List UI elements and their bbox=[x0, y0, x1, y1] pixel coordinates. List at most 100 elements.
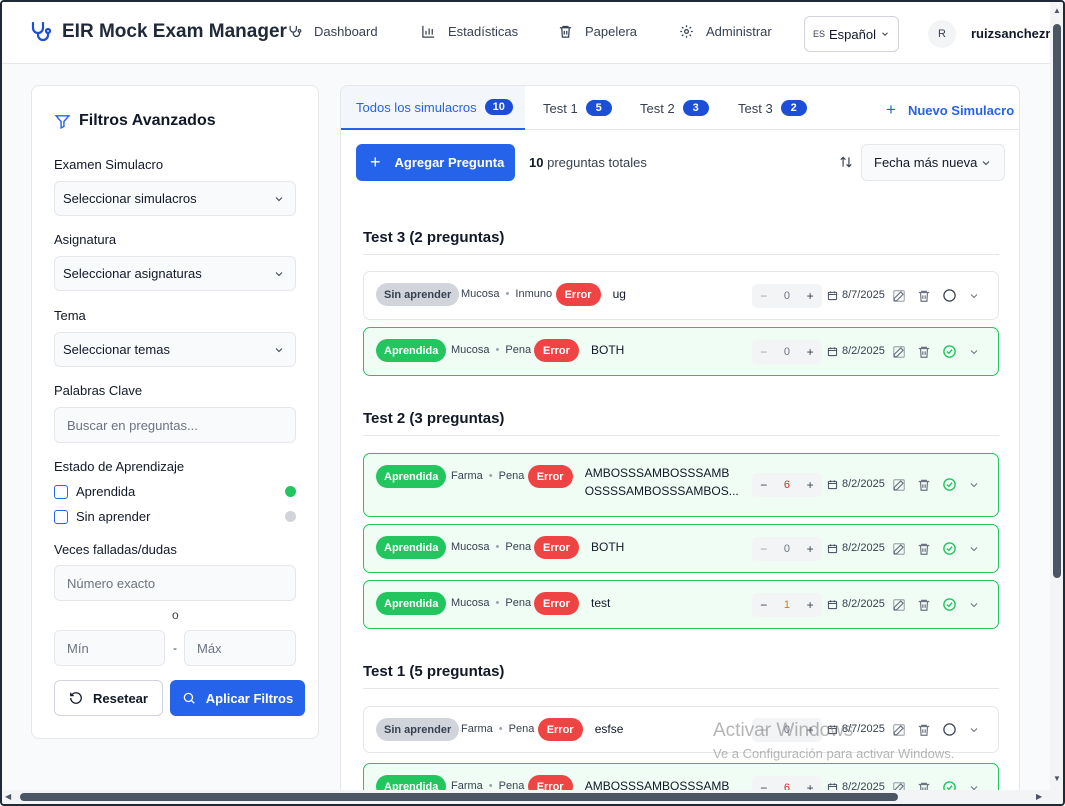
error-tag: Error bbox=[555, 283, 601, 306]
question-text[interactable]: test bbox=[591, 594, 749, 612]
edit-icon[interactable] bbox=[892, 478, 906, 492]
subject-select[interactable]: Seleccionar asignaturas bbox=[54, 256, 296, 291]
exam-select[interactable]: Seleccionar simulacros bbox=[54, 181, 296, 216]
tab-test-1[interactable]: Test 1 5 bbox=[543, 86, 612, 130]
check-circle-icon[interactable] bbox=[942, 597, 957, 612]
horizontal-scrollbar[interactable]: ◀ ▶ bbox=[2, 790, 1050, 804]
increment-button[interactable]: + bbox=[807, 345, 814, 359]
trash-icon[interactable] bbox=[917, 289, 931, 303]
question-card[interactable]: Aprendida Farma • Pena Error AMBOSSSAMBOSSSAM… bbox=[363, 453, 999, 517]
language-select[interactable]: ES Español bbox=[804, 16, 899, 52]
learned-dot bbox=[285, 486, 296, 497]
nav-dashboard-label: Dashboard bbox=[314, 24, 378, 39]
question-card[interactable]: Aprendida Mucosa • Pena Error test − 1 +8/2/2025 bbox=[363, 580, 999, 629]
learning-status-badge[interactable]: Aprendida bbox=[376, 465, 447, 488]
decrement-button[interactable]: − bbox=[760, 289, 767, 303]
learning-status-badge[interactable]: Aprendida bbox=[376, 339, 447, 362]
question-card[interactable]: Aprendida Mucosa • Pena Error BOTH − 0 +8/2/2025 bbox=[363, 327, 999, 376]
question-actions bbox=[892, 541, 980, 556]
learning-status-badge[interactable]: Aprendida bbox=[376, 536, 447, 559]
question-text[interactable]: BOTH bbox=[591, 538, 749, 556]
decrement-button[interactable]: − bbox=[760, 345, 767, 359]
topic-select[interactable]: Seleccionar temas bbox=[54, 332, 296, 367]
question-card[interactable]: Aprendida Mucosa • Pena Error BOTH − 0 +8/2/2025 bbox=[363, 524, 999, 573]
trash-icon[interactable] bbox=[917, 598, 931, 612]
increment-button[interactable]: + bbox=[807, 289, 814, 303]
decrement-button[interactable]: − bbox=[760, 598, 767, 612]
scroll-up-arrow[interactable]: ▲ bbox=[1053, 6, 1061, 15]
tab-test-2[interactable]: Test 2 3 bbox=[640, 86, 709, 130]
chevron-down-icon[interactable] bbox=[968, 290, 980, 302]
edit-icon[interactable] bbox=[892, 289, 906, 303]
chevron-down-icon[interactable] bbox=[968, 543, 980, 555]
not-learned-checkbox[interactable]: Sin aprender bbox=[54, 509, 296, 524]
trash-icon[interactable] bbox=[917, 345, 931, 359]
trash-icon[interactable] bbox=[917, 542, 931, 556]
tab-test-3[interactable]: Test 3 2 bbox=[738, 86, 807, 130]
question-actions bbox=[892, 477, 980, 492]
nav-stats[interactable]: Estadísticas bbox=[421, 24, 518, 39]
vertical-scrollbar[interactable]: ▲ ▼ bbox=[1050, 2, 1063, 804]
fails-label: Veces falladas/dudas bbox=[54, 542, 177, 557]
separator-dot: • bbox=[498, 723, 503, 735]
tab-label: Todos los simulacros bbox=[356, 99, 477, 115]
trash-icon[interactable] bbox=[917, 478, 931, 492]
question-text[interactable]: BOTH bbox=[591, 341, 749, 359]
decrement-button[interactable]: − bbox=[760, 542, 767, 556]
scroll-down-arrow[interactable]: ▼ bbox=[1053, 774, 1061, 783]
apply-filters-button[interactable]: Aplicar Filtros bbox=[170, 680, 305, 716]
question-card[interactable]: Sin aprender Mucosa • Inmuno Error ug − 0 +8/7/2… bbox=[363, 271, 999, 320]
edit-icon[interactable] bbox=[892, 542, 906, 556]
exact-count-input[interactable]: Número exacto bbox=[54, 565, 296, 601]
learning-status-badge[interactable]: Sin aprender bbox=[376, 718, 460, 741]
nav-admin[interactable]: Administrar bbox=[679, 24, 772, 39]
checkbox-box[interactable] bbox=[54, 509, 68, 524]
add-question-button[interactable]: + Agregar Pregunta bbox=[356, 144, 515, 181]
check-circle-icon[interactable] bbox=[942, 541, 957, 556]
max-input[interactable]: Máx bbox=[184, 630, 296, 666]
question-text[interactable]: ug bbox=[613, 285, 749, 303]
learning-status-badge[interactable]: Sin aprender bbox=[376, 283, 460, 306]
sort-select[interactable]: Fecha más nueva bbox=[861, 144, 1005, 181]
scroll-left-arrow[interactable]: ◀ bbox=[5, 792, 11, 801]
sort-icon[interactable] bbox=[839, 154, 853, 170]
nav-trash[interactable]: Papelera bbox=[558, 24, 637, 39]
question-meta: Farma • Pena bbox=[461, 723, 534, 735]
chevron-down-icon[interactable] bbox=[968, 479, 980, 491]
checkbox-box[interactable] bbox=[54, 484, 68, 499]
username[interactable]: ruizsanchezro bbox=[971, 26, 1058, 41]
question-text-line: AMBOSSSAMBOSSSAMB bbox=[584, 466, 730, 480]
horizontal-scroll-thumb[interactable] bbox=[20, 793, 898, 801]
chevron-down-icon[interactable] bbox=[968, 599, 980, 611]
date-value: 8/2/2025 bbox=[842, 598, 885, 610]
new-simulation-button[interactable]: + Nuevo Simulacro bbox=[886, 100, 1014, 120]
min-input[interactable]: Mín bbox=[54, 630, 165, 666]
learned-checkbox[interactable]: Aprendida bbox=[54, 484, 296, 499]
decrement-button[interactable]: − bbox=[760, 478, 767, 492]
nav-dashboard[interactable]: Dashboard bbox=[287, 24, 378, 39]
increment-button[interactable]: + bbox=[807, 478, 814, 492]
reset-button[interactable]: Resetear bbox=[54, 680, 163, 716]
edit-icon[interactable] bbox=[892, 345, 906, 359]
circle-icon[interactable] bbox=[942, 288, 957, 303]
question-text[interactable]: AMBOSSSAMBOSSSAMB OSSSSAMBOSSSAMBOS... bbox=[585, 464, 749, 500]
vertical-scroll-thumb[interactable] bbox=[1053, 24, 1061, 578]
chevron-down-icon[interactable] bbox=[968, 724, 980, 736]
learning-status-badge[interactable]: Aprendida bbox=[376, 592, 447, 615]
check-circle-icon[interactable] bbox=[942, 344, 957, 359]
app-logo[interactable]: EIR Mock Exam Manager bbox=[28, 20, 287, 44]
check-circle-icon[interactable] bbox=[942, 477, 957, 492]
avatar[interactable]: R bbox=[928, 20, 956, 48]
new-simulation-label: Nuevo Simulacro bbox=[907, 102, 1015, 118]
chevron-down-icon[interactable] bbox=[968, 346, 980, 358]
question-meta: Mucosa • Pena bbox=[451, 344, 531, 356]
subject-label: Asignatura bbox=[54, 232, 117, 247]
learned-checkbox-label: Aprendida bbox=[76, 484, 136, 499]
question-text-line: BOTH bbox=[591, 343, 625, 357]
keywords-input[interactable]: Buscar en preguntas... bbox=[54, 407, 296, 443]
increment-button[interactable]: + bbox=[807, 542, 814, 556]
edit-icon[interactable] bbox=[892, 598, 906, 612]
tab-all[interactable]: Todos los simulacros 10 bbox=[341, 86, 525, 130]
scroll-right-arrow[interactable]: ▶ bbox=[1036, 792, 1042, 801]
increment-button[interactable]: + bbox=[807, 598, 814, 612]
